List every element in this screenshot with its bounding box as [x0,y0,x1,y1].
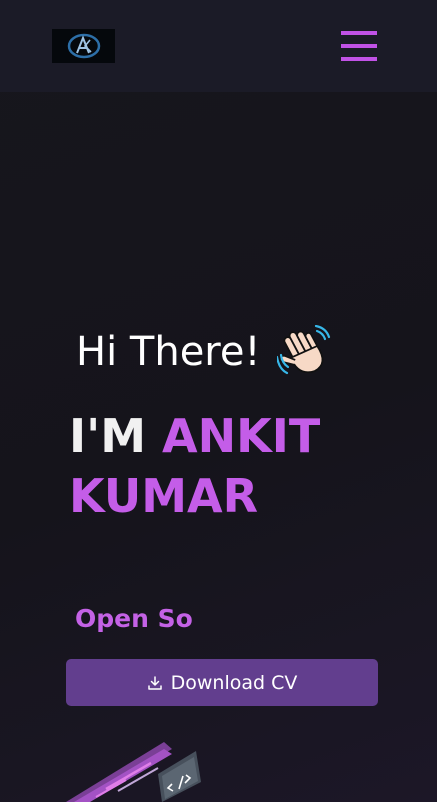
first-name: ANKIT [162,409,321,463]
name-line-2: KUMAR [69,468,258,524]
typewriter-text: Open So [75,604,193,633]
greeting-heading: Hi There! [76,322,331,382]
download-icon [147,675,163,691]
navbar [0,0,437,92]
name-prefix: I'M [69,409,146,463]
greeting-text: Hi There! [76,329,261,375]
name-line-1: I'M ANKIT [69,408,320,464]
waving-hand-icon [276,325,331,379]
code-laptop-illustration [66,737,206,802]
logo-icon[interactable] [52,29,115,63]
download-cv-label: Download CV [170,671,298,694]
last-name: KUMAR [69,469,258,523]
hamburger-menu-icon[interactable] [341,31,377,61]
download-cv-button[interactable]: Download CV [66,659,378,706]
